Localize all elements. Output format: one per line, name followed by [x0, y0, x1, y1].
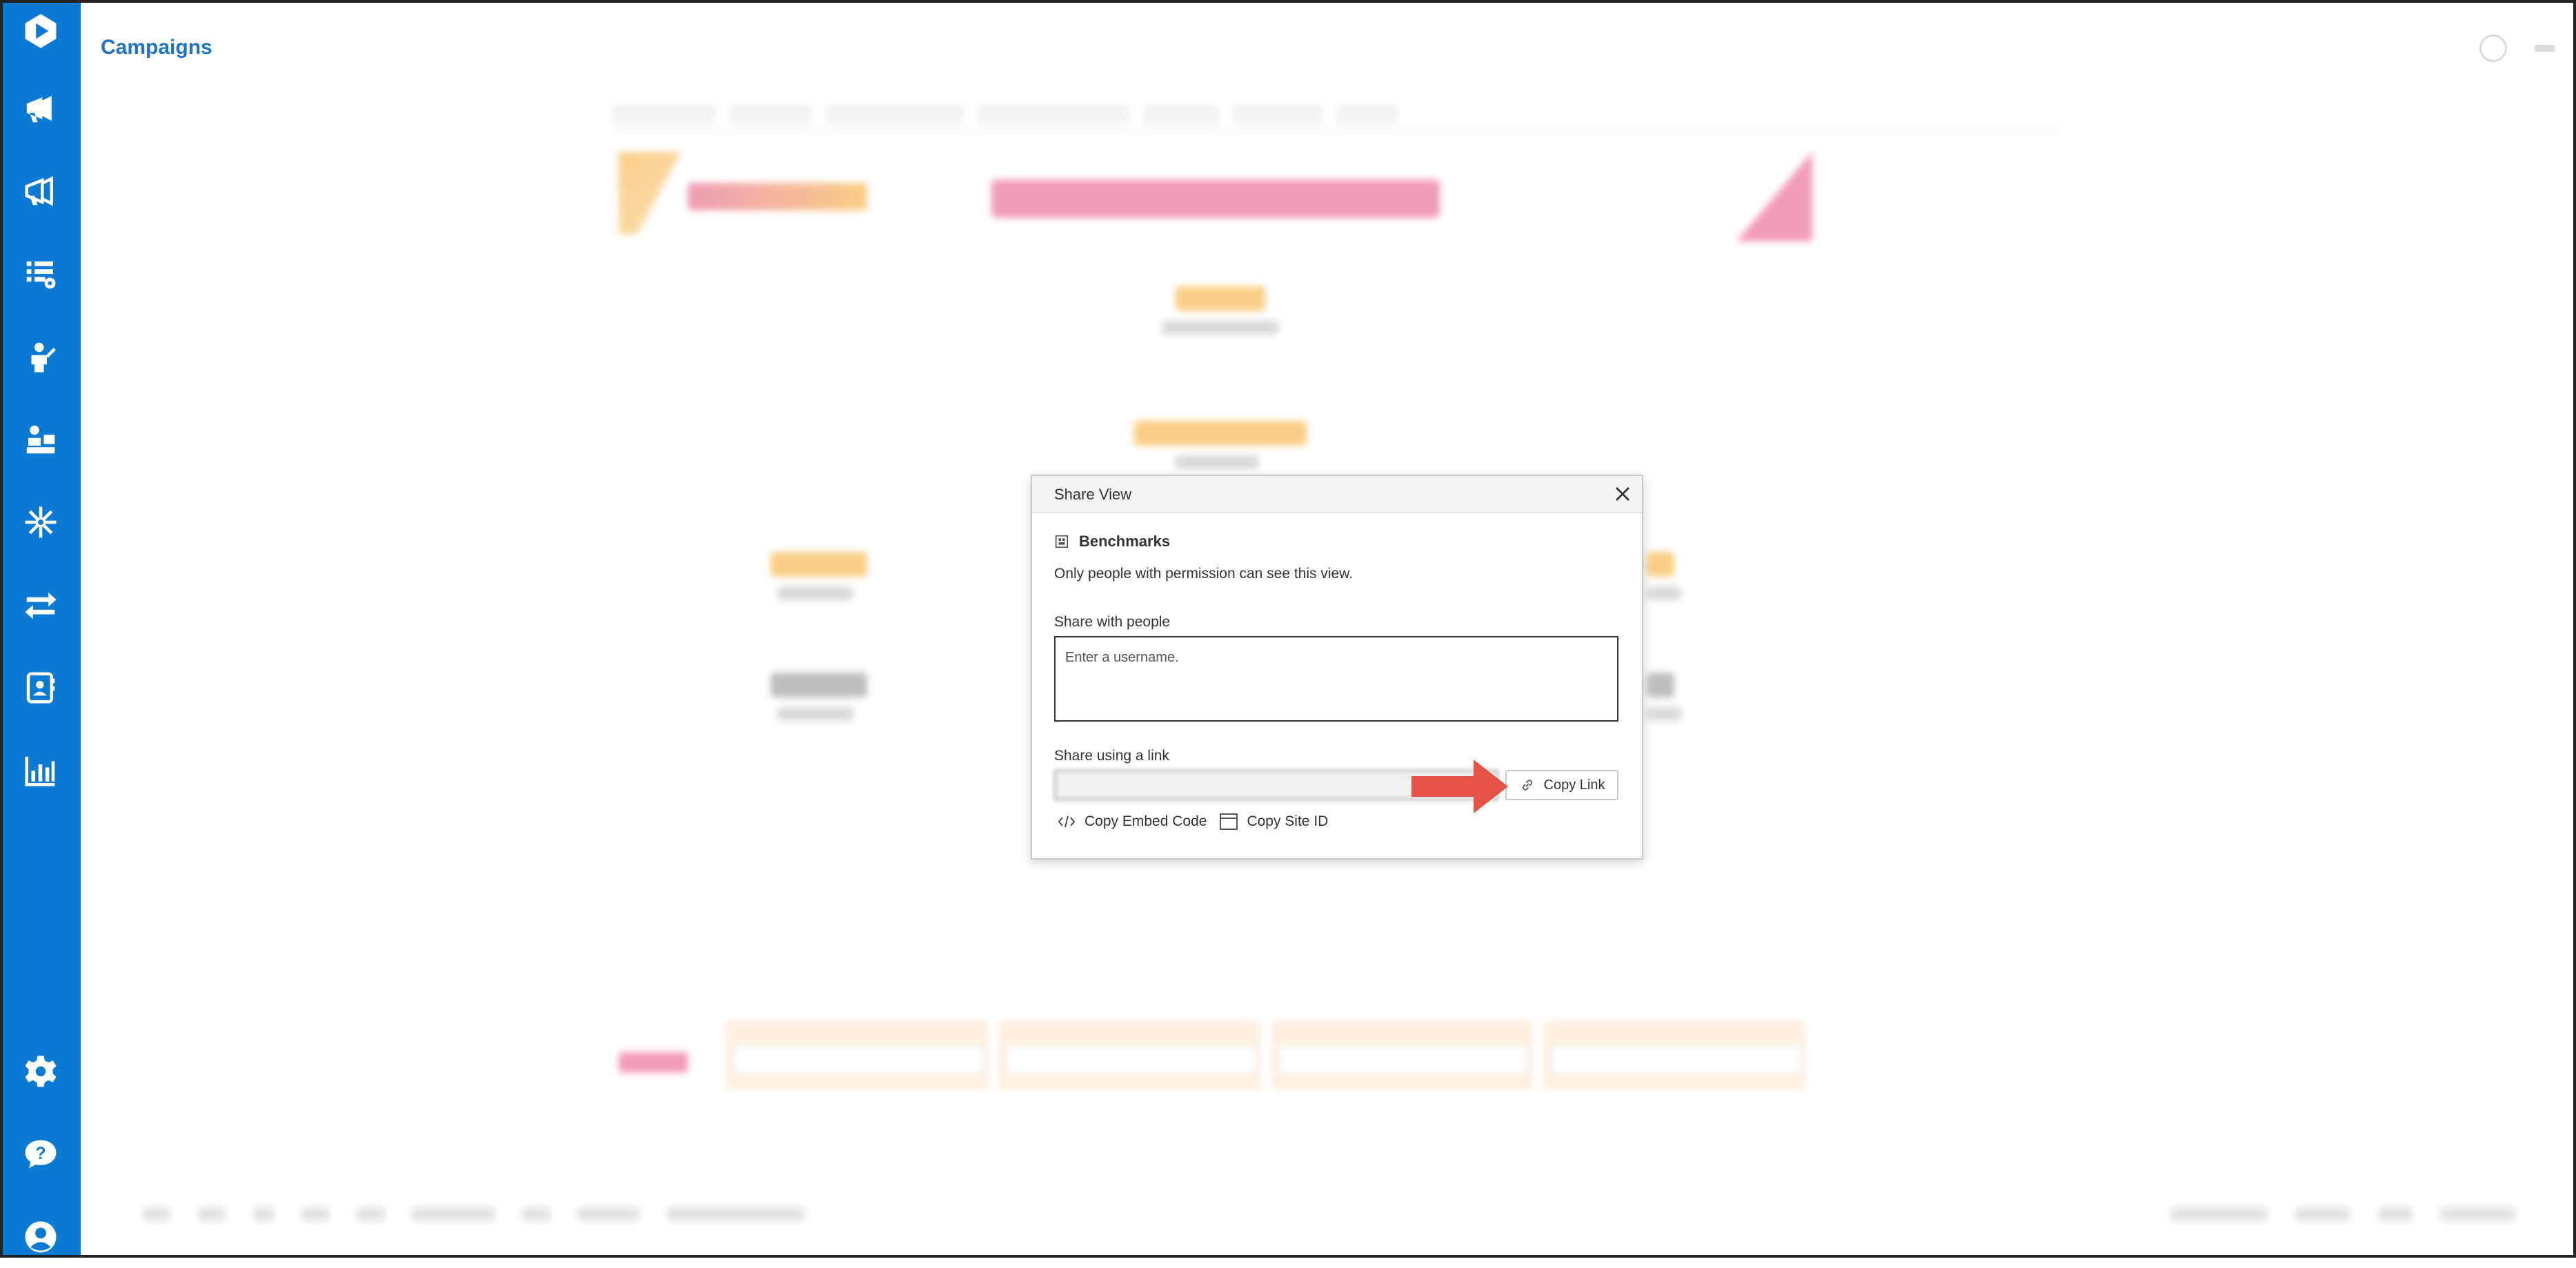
- kpi-label: [1647, 586, 1681, 600]
- share-with-people-label: Share with people: [1054, 614, 1171, 630]
- dashboard-brand: [688, 183, 867, 210]
- transfer-arrows-icon[interactable]: [0, 574, 81, 636]
- dashboard-view-icon: [1055, 535, 1069, 548]
- filter-box: [1543, 1021, 1805, 1090]
- filter-box: [1271, 1021, 1533, 1090]
- kpi-value: [771, 673, 867, 697]
- filters-label: [619, 1052, 688, 1073]
- code-icon: [1058, 815, 1076, 828]
- copy-link-button[interactable]: Copy Link: [1505, 770, 1618, 800]
- help-chat-icon[interactable]: ?: [0, 1123, 81, 1185]
- copy-site-id-button[interactable]: Copy Site ID: [1219, 813, 1328, 831]
- user-account-icon[interactable]: [0, 1206, 81, 1268]
- kpi-value: [1647, 673, 1674, 697]
- contact-book-icon[interactable]: [0, 657, 81, 719]
- filter-box: [998, 1021, 1260, 1090]
- username-input[interactable]: [1054, 636, 1618, 722]
- callout-arrow-icon: [1411, 760, 1508, 813]
- kpi-label: [777, 586, 853, 600]
- kpi-label: [1647, 707, 1681, 721]
- list-settings-icon[interactable]: [0, 243, 81, 305]
- copy-embed-code-label: Copy Embed Code: [1084, 813, 1207, 829]
- megaphone-outline-icon[interactable]: [0, 160, 81, 222]
- megaphone-icon[interactable]: [0, 77, 81, 139]
- header-actions: [2479, 34, 2555, 62]
- view-row: Benchmarks: [1054, 533, 1170, 551]
- gear-icon[interactable]: [0, 1040, 81, 1102]
- dialog-header: Share View: [1032, 476, 1642, 513]
- svg-text:?: ?: [35, 1145, 46, 1163]
- dashboard-toolbar: [143, 1200, 2557, 1228]
- dialog-title: Share View: [1054, 486, 1132, 503]
- logo-icon[interactable]: [0, 0, 81, 62]
- copy-actions: Copy Embed Code Copy Site ID: [1057, 813, 1328, 831]
- share-view-dialog: Share View Benchmarks Only people with p…: [1031, 475, 1643, 860]
- kpi-value: [771, 552, 867, 577]
- copy-site-id-label: Copy Site ID: [1247, 813, 1329, 829]
- kpi-value: [1176, 286, 1265, 311]
- learner-icon[interactable]: [0, 408, 81, 470]
- browser-window-icon: [1220, 813, 1238, 830]
- share-link-label: Share using a link: [1054, 748, 1169, 764]
- dashboard-title: [991, 179, 1440, 218]
- permission-note: Only people with permission can see this…: [1054, 566, 1354, 582]
- link-icon: [1522, 780, 1532, 791]
- bar-chart-icon[interactable]: [0, 740, 81, 802]
- kpi-label: [777, 707, 853, 721]
- kpi-value: [1647, 552, 1674, 577]
- close-icon[interactable]: [1610, 482, 1635, 506]
- sidebar: ?: [0, 0, 81, 1258]
- dashboard-decoration: [1736, 152, 1812, 241]
- view-name: Benchmarks: [1079, 533, 1171, 550]
- kpi-label: [1162, 321, 1279, 335]
- snowflake-icon[interactable]: [0, 491, 81, 553]
- copy-embed-code-button[interactable]: Copy Embed Code: [1057, 813, 1207, 831]
- app-title: Campaigns: [101, 36, 212, 59]
- dashboard-tabs: [612, 105, 2061, 130]
- kpi-label: [1176, 455, 1258, 469]
- menu-icon[interactable]: [2535, 45, 2555, 52]
- filter-box: [726, 1021, 988, 1090]
- kpi-value: [1134, 421, 1307, 446]
- dashboard-logo: [619, 152, 681, 235]
- copy-link-label: Copy Link: [1543, 777, 1605, 793]
- notifications-icon[interactable]: [2479, 34, 2507, 62]
- presenter-icon[interactable]: [0, 326, 81, 388]
